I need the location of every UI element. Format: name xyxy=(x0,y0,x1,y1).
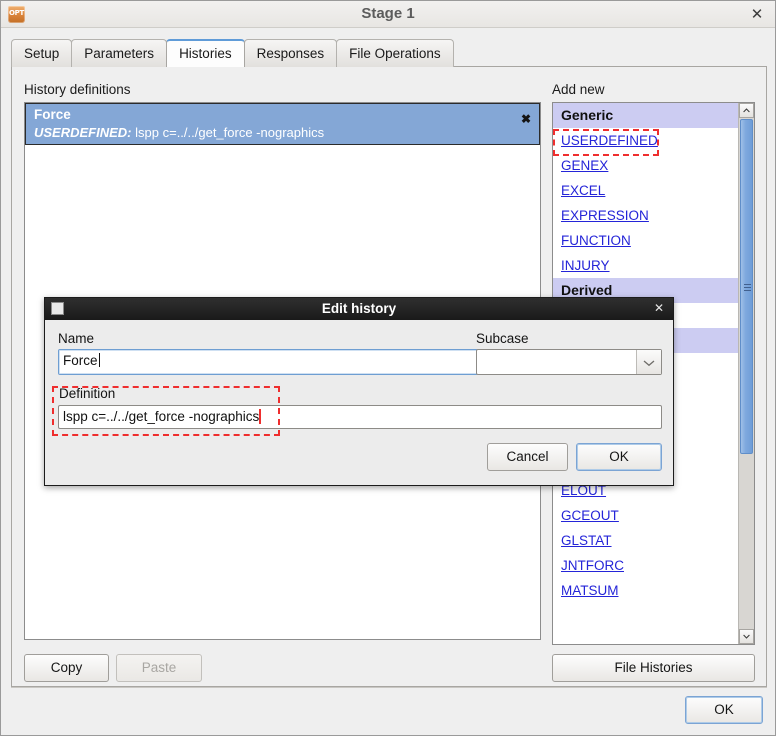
dialog-close-icon[interactable]: ✕ xyxy=(652,301,666,315)
add-new-link-function-label: FUNCTION xyxy=(561,233,631,248)
dialog-ok-button[interactable]: OK xyxy=(576,443,662,471)
copy-button[interactable]: Copy xyxy=(24,654,109,682)
stage-window: OPT Stage 1 ✕ Setup Parameters Histories… xyxy=(0,0,776,736)
add-new-label: Add new xyxy=(552,82,605,97)
add-new-link-gceout[interactable]: GCEOUT xyxy=(553,503,739,528)
add-new-link-matsum[interactable]: MATSUM xyxy=(553,578,739,603)
dialog-cancel-button[interactable]: Cancel xyxy=(487,443,568,471)
add-new-link-matsum-label: MATSUM xyxy=(561,583,619,598)
add-new-link-gceout-label: GCEOUT xyxy=(561,508,619,523)
add-new-link-glstat-label: GLSTAT xyxy=(561,533,612,548)
definition-text-caret xyxy=(259,409,262,424)
file-histories-button[interactable]: File Histories xyxy=(552,654,755,682)
tab-file-operations[interactable]: File Operations xyxy=(336,39,454,67)
subcase-dropdown-button[interactable] xyxy=(636,350,661,374)
window-title: Stage 1 xyxy=(361,5,415,22)
chevron-up-icon xyxy=(743,108,750,113)
window-ok-button[interactable]: OK xyxy=(685,696,763,724)
definition-input[interactable]: lspp c=../../get_force -nographics xyxy=(58,405,662,429)
name-input[interactable]: Force xyxy=(58,349,478,375)
history-definition-row-force[interactable]: Force USERDEFINED: lspp c=../../get_forc… xyxy=(25,103,540,145)
subcase-select[interactable] xyxy=(476,349,662,375)
dialog-titlebar: Edit history ✕ xyxy=(45,298,673,320)
tab-histories[interactable]: Histories xyxy=(166,39,245,67)
paste-button: Paste xyxy=(116,654,202,682)
tab-responses[interactable]: Responses xyxy=(243,39,338,67)
chevron-down-icon xyxy=(643,360,655,367)
subcase-field-label: Subcase xyxy=(476,331,529,346)
history-definitions-label: History definitions xyxy=(24,82,131,97)
tab-parameters[interactable]: Parameters xyxy=(71,39,168,67)
add-new-link-injury[interactable]: INJURY xyxy=(553,253,739,278)
history-definition-subtitle: USERDEFINED: lspp c=../../get_force -nog… xyxy=(34,125,324,140)
tab-setup[interactable]: Setup xyxy=(11,39,73,67)
chevron-down-icon xyxy=(743,634,750,639)
definition-input-value: lspp c=../../get_force -nographics xyxy=(63,409,260,424)
name-input-value: Force xyxy=(63,353,98,368)
add-new-link-expression[interactable]: EXPRESSION xyxy=(553,203,739,228)
tabstrip: Setup Parameters Histories Responses Fil… xyxy=(11,39,767,67)
add-new-link-genex[interactable]: GENEX xyxy=(553,153,739,178)
add-new-link-jntforc-label: JNTFORC xyxy=(561,558,624,573)
add-new-link-expression-label: EXPRESSION xyxy=(561,208,649,223)
text-caret xyxy=(98,353,100,367)
definition-field-label: Definition xyxy=(59,386,116,401)
add-new-link-excel-label: EXCEL xyxy=(561,183,606,198)
dialog-title: Edit history xyxy=(321,301,397,316)
history-definition-name: Force xyxy=(34,107,71,122)
name-field-label: Name xyxy=(58,331,95,346)
add-new-link-function[interactable]: FUNCTION xyxy=(553,228,739,253)
edit-history-dialog: Edit history ✕ Name Force Subcase Defini… xyxy=(44,297,674,486)
add-new-link-glstat[interactable]: GLSTAT xyxy=(553,528,739,553)
add-new-link-jntforc[interactable]: JNTFORC xyxy=(553,553,739,578)
add-new-link-injury-label: INJURY xyxy=(561,258,610,273)
history-definition-kind: USERDEFINED: xyxy=(34,125,132,140)
history-definition-remove-icon[interactable]: ✖ xyxy=(521,112,531,126)
scroll-down-icon[interactable] xyxy=(739,629,754,644)
scrollbar-thumb[interactable] xyxy=(740,119,753,454)
add-new-link-excel[interactable]: EXCEL xyxy=(553,178,739,203)
footer-divider xyxy=(11,687,767,688)
add-new-link-userdefined[interactable]: USERDEFINED xyxy=(553,128,739,153)
window-titlebar: OPT Stage 1 ✕ xyxy=(1,1,775,28)
history-definition-expression: lspp c=../../get_force -nographics xyxy=(135,125,325,140)
add-new-link-userdefined-label: USERDEFINED xyxy=(561,133,658,148)
add-new-group-generic: Generic xyxy=(553,103,739,128)
window-close-icon[interactable]: ✕ xyxy=(748,6,766,24)
scrollbar-grip-icon xyxy=(744,283,751,291)
add-new-scrollbar[interactable] xyxy=(738,103,754,644)
scroll-up-icon[interactable] xyxy=(739,103,754,118)
add-new-link-genex-label: GENEX xyxy=(561,158,609,173)
